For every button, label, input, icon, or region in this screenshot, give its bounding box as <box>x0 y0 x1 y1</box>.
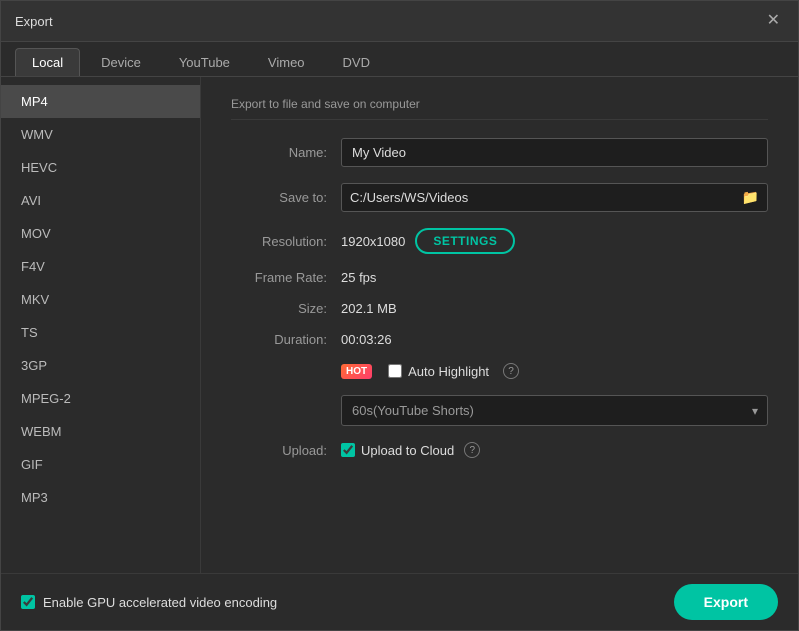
frame-rate-label: Frame Rate: <box>231 270 341 285</box>
sidebar-item-mp4[interactable]: MP4 <box>1 85 200 118</box>
export-window: Export ✕ Local Device YouTube Vimeo DVD … <box>0 0 799 631</box>
name-row: Name: <box>231 138 768 167</box>
duration-value: 00:03:26 <box>341 332 392 347</box>
auto-highlight-row: HOT Auto Highlight ? <box>231 363 768 379</box>
sidebar-item-hevc[interactable]: HEVC <box>1 151 200 184</box>
upload-to-cloud-label: Upload to Cloud <box>361 443 454 458</box>
section-title: Export to file and save on computer <box>231 97 768 120</box>
tab-youtube[interactable]: YouTube <box>162 48 247 76</box>
bottom-bar: Enable GPU accelerated video encoding Ex… <box>1 573 798 630</box>
hot-badge: HOT <box>341 364 372 379</box>
frame-rate-control: 25 fps <box>341 270 768 285</box>
tab-bar: Local Device YouTube Vimeo DVD <box>1 42 798 77</box>
settings-button[interactable]: SETTINGS <box>415 228 515 254</box>
frame-rate-value: 25 fps <box>341 270 376 285</box>
gpu-checkbox[interactable] <box>21 595 35 609</box>
gpu-label-text: Enable GPU accelerated video encoding <box>43 595 277 610</box>
frame-rate-row: Frame Rate: 25 fps <box>231 270 768 285</box>
sidebar-item-mov[interactable]: MOV <box>1 217 200 250</box>
tab-vimeo[interactable]: Vimeo <box>251 48 322 76</box>
sidebar-item-f4v[interactable]: F4V <box>1 250 200 283</box>
window-title: Export <box>15 14 53 29</box>
gpu-checkbox-label[interactable]: Enable GPU accelerated video encoding <box>21 595 277 610</box>
tab-local[interactable]: Local <box>15 48 80 76</box>
auto-highlight-checkbox[interactable] <box>388 364 402 378</box>
upload-help-icon[interactable]: ? <box>464 442 480 458</box>
size-control: 202.1 MB <box>341 301 768 316</box>
sidebar-item-avi[interactable]: AVI <box>1 184 200 217</box>
content-area: MP4 WMV HEVC AVI MOV F4V MKV TS 3GP MPEG… <box>1 77 798 573</box>
duration-row: Duration: 00:03:26 <box>231 332 768 347</box>
sidebar-item-gif[interactable]: GIF <box>1 448 200 481</box>
size-value: 202.1 MB <box>341 301 397 316</box>
name-control <box>341 138 768 167</box>
size-label: Size: <box>231 301 341 316</box>
auto-highlight-checkbox-label[interactable]: Auto Highlight <box>388 364 489 379</box>
save-to-wrapper[interactable]: C:/Users/WS/Videos 📁 <box>341 183 768 212</box>
resolution-control: 1920x1080 SETTINGS <box>341 228 768 254</box>
name-input[interactable] <box>341 138 768 167</box>
tab-dvd[interactable]: DVD <box>326 48 387 76</box>
save-to-control: C:/Users/WS/Videos 📁 <box>341 183 768 212</box>
highlight-duration-row: 60s(YouTube Shorts) 30s 15s ▾ <box>231 395 768 426</box>
sidebar-item-3gp[interactable]: 3GP <box>1 349 200 382</box>
save-to-label: Save to: <box>231 190 341 205</box>
main-panel: Export to file and save on computer Name… <box>201 77 798 573</box>
duration-label: Duration: <box>231 332 341 347</box>
duration-control: 00:03:26 <box>341 332 768 347</box>
upload-inner: Upload to Cloud ? <box>341 442 480 458</box>
title-bar: Export ✕ <box>1 1 798 42</box>
sidebar-item-wmv[interactable]: WMV <box>1 118 200 151</box>
sidebar-item-mp3[interactable]: MP3 <box>1 481 200 514</box>
sidebar-item-mpeg2[interactable]: MPEG-2 <box>1 382 200 415</box>
size-row: Size: 202.1 MB <box>231 301 768 316</box>
resolution-label: Resolution: <box>231 234 341 249</box>
export-button[interactable]: Export <box>674 584 778 620</box>
highlight-duration-select[interactable]: 60s(YouTube Shorts) 30s 15s <box>341 395 768 426</box>
folder-icon[interactable]: 📁 <box>742 189 759 206</box>
name-label: Name: <box>231 145 341 160</box>
upload-cloud-checkbox[interactable] <box>341 443 355 457</box>
upload-control: Upload to Cloud ? <box>341 442 768 458</box>
close-button[interactable]: ✕ <box>763 11 784 31</box>
sidebar-item-mkv[interactable]: MKV <box>1 283 200 316</box>
format-sidebar: MP4 WMV HEVC AVI MOV F4V MKV TS 3GP MPEG… <box>1 77 201 573</box>
upload-row: Upload: Upload to Cloud ? <box>231 442 768 458</box>
auto-highlight-label: Auto Highlight <box>408 364 489 379</box>
sidebar-item-webm[interactable]: WEBM <box>1 415 200 448</box>
highlight-duration-dropdown-wrap: 60s(YouTube Shorts) 30s 15s ▾ <box>341 395 768 426</box>
upload-label: Upload: <box>231 443 341 458</box>
auto-highlight-control: HOT Auto Highlight ? <box>341 363 768 379</box>
upload-cloud-checkbox-label[interactable]: Upload to Cloud <box>341 443 454 458</box>
resolution-value: 1920x1080 <box>341 234 405 249</box>
auto-highlight-help-icon[interactable]: ? <box>503 363 519 379</box>
save-to-row: Save to: C:/Users/WS/Videos 📁 <box>231 183 768 212</box>
sidebar-item-ts[interactable]: TS <box>1 316 200 349</box>
highlight-duration-control: 60s(YouTube Shorts) 30s 15s ▾ <box>341 395 768 426</box>
save-to-path: C:/Users/WS/Videos <box>350 190 736 205</box>
resolution-row: Resolution: 1920x1080 SETTINGS <box>231 228 768 254</box>
tab-device[interactable]: Device <box>84 48 158 76</box>
